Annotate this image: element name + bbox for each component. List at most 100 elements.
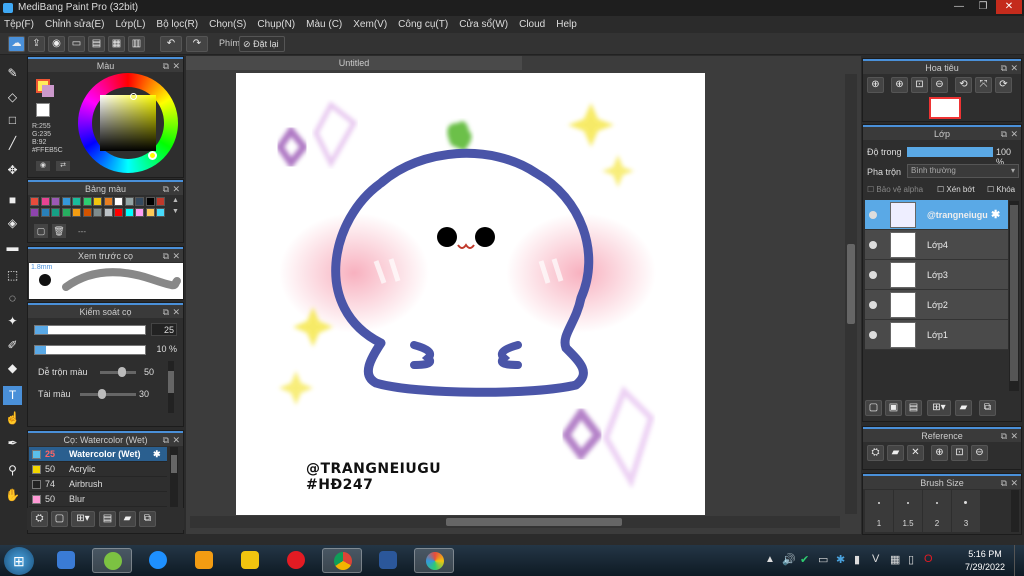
color-mode-icon[interactable]: ◉ bbox=[36, 161, 50, 171]
maximize-button[interactable]: ❐ bbox=[970, 0, 996, 14]
brush-size-preset[interactable]: 3 bbox=[952, 490, 980, 532]
layer-row[interactable]: @trangneiugu ✱ bbox=[865, 200, 1008, 230]
palette-swatch[interactable] bbox=[135, 197, 144, 206]
menu-window[interactable]: Cửa sổ(W) bbox=[459, 16, 508, 33]
layer-row[interactable]: Lớp2 bbox=[865, 290, 1008, 320]
menu-snap[interactable]: Chụp(N) bbox=[257, 16, 295, 33]
palette-swatch[interactable] bbox=[103, 197, 113, 206]
blend-mode-select[interactable]: Bình thường ▾ bbox=[907, 164, 1019, 178]
palette-swatch[interactable] bbox=[156, 197, 165, 206]
dropper-tool-icon[interactable]: ⚲ bbox=[3, 461, 22, 480]
popout-icon[interactable]: ⧉ bbox=[163, 249, 169, 264]
drawing-canvas[interactable]: @TRANGNEIUGU #HĐ247 bbox=[236, 73, 705, 515]
cloud-icon[interactable]: ☁ bbox=[8, 36, 25, 52]
brush-opacity-value[interactable]: 10 % bbox=[151, 343, 177, 356]
palette-swatch[interactable] bbox=[30, 208, 39, 217]
network-icon[interactable]: ▦ bbox=[890, 553, 900, 566]
color-wheel[interactable] bbox=[78, 73, 178, 173]
brush-size-slider[interactable] bbox=[34, 325, 146, 335]
brush-settings-icon[interactable]: ▤ bbox=[99, 511, 116, 527]
brush-control-scrollbar[interactable] bbox=[168, 361, 174, 413]
palette-swatch[interactable] bbox=[72, 208, 81, 217]
rect-tool-icon[interactable]: □ bbox=[3, 111, 22, 130]
layer-row[interactable]: Lớp3 bbox=[865, 260, 1008, 290]
taskbar-app-medibang-2[interactable] bbox=[414, 548, 454, 573]
background-color-swatch[interactable] bbox=[42, 85, 54, 97]
taskbar-app-medibang[interactable] bbox=[92, 548, 132, 573]
panel-close-icon[interactable]: ✕ bbox=[1010, 127, 1018, 142]
delete-palette-icon[interactable]: 🗑 bbox=[52, 224, 66, 238]
taskbar-app-word[interactable] bbox=[368, 548, 408, 573]
brush-size-scrollbar[interactable] bbox=[1011, 490, 1019, 532]
layer-row[interactable]: Lớp4 bbox=[865, 230, 1008, 260]
redo-icon[interactable]: ↷ bbox=[186, 36, 208, 52]
palette-swatch[interactable] bbox=[156, 208, 165, 217]
palette-swatch[interactable] bbox=[82, 197, 92, 206]
page-icon[interactable]: ▤ bbox=[88, 36, 105, 52]
protect-alpha-checkbox[interactable]: ☐ Bảo vệ alpha bbox=[867, 185, 923, 194]
menu-file[interactable]: Tệp(F) bbox=[4, 16, 34, 33]
layer-opacity-slider[interactable] bbox=[907, 147, 993, 157]
clock-time[interactable]: 5:16 PM bbox=[962, 549, 1008, 559]
reference-fit-icon[interactable]: ⊡ bbox=[951, 445, 968, 461]
battery-icon[interactable]: ▯ bbox=[908, 553, 914, 566]
comment-icon[interactable]: ◉ bbox=[48, 36, 65, 52]
brush-folder-icon[interactable]: ▰ bbox=[119, 511, 136, 527]
palette-swatch[interactable] bbox=[124, 197, 134, 206]
eye-icon[interactable] bbox=[869, 241, 877, 249]
line-tool-icon[interactable]: ╱ bbox=[3, 134, 22, 153]
operation-tool-icon[interactable]: ☝ bbox=[3, 409, 22, 428]
palette-swatch[interactable] bbox=[40, 197, 50, 206]
palette-swatch[interactable] bbox=[114, 197, 123, 206]
clipping-checkbox[interactable]: ☐ Xén bớt bbox=[937, 185, 975, 194]
taskbar-app-ie[interactable] bbox=[138, 548, 178, 573]
menu-view[interactable]: Xem(V) bbox=[353, 16, 387, 33]
popout-icon[interactable]: ⧉ bbox=[163, 182, 169, 197]
panel-close-icon[interactable]: ✕ bbox=[1010, 476, 1018, 491]
start-button[interactable]: ⊞ bbox=[4, 547, 34, 575]
palette-swatch[interactable] bbox=[51, 208, 60, 217]
brush-size-preset[interactable]: 1 bbox=[865, 490, 893, 532]
palette-swatch[interactable] bbox=[145, 197, 155, 206]
move-tool-icon[interactable]: ✥ bbox=[3, 161, 22, 180]
zoom-in-plus-icon[interactable]: ⊕ bbox=[891, 77, 908, 93]
canvas-vertical-scrollbar[interactable] bbox=[845, 74, 857, 514]
add-layer-menu-icon[interactable]: ⊞▾ bbox=[927, 400, 951, 416]
blend-slider[interactable] bbox=[100, 367, 136, 377]
document-tab[interactable]: Untitled bbox=[186, 56, 522, 70]
flip-icon[interactable]: ⤧ bbox=[975, 77, 992, 93]
reference-cloud-icon[interactable]: ⛭ bbox=[867, 445, 884, 461]
brush-list-item[interactable]: 50 Blur bbox=[29, 492, 167, 507]
layer-folder-icon[interactable]: ▰ bbox=[955, 400, 972, 416]
popout-icon[interactable]: ⧉ bbox=[163, 59, 169, 74]
select-tool-icon[interactable]: ⬚ bbox=[3, 266, 22, 285]
palette-swatch[interactable] bbox=[93, 197, 102, 206]
volume-icon[interactable]: 🔊 bbox=[782, 553, 796, 566]
popout-icon[interactable]: ⧉ bbox=[1001, 476, 1007, 491]
palette-swatch[interactable] bbox=[30, 197, 39, 206]
new-layer-icon[interactable]: ▢ bbox=[865, 400, 882, 416]
gear-icon[interactable]: ✱ bbox=[153, 447, 161, 462]
zoom-out-icon[interactable]: ⊖ bbox=[931, 77, 948, 93]
brush-list-scrollbar[interactable] bbox=[170, 447, 178, 507]
eyedropper-tool-icon[interactable]: ✒ bbox=[3, 434, 22, 453]
fit-icon[interactable]: ⊡ bbox=[911, 77, 928, 93]
signal-icon[interactable]: ▮ bbox=[854, 553, 860, 566]
grid-icon[interactable]: ▦ bbox=[108, 36, 125, 52]
palette-swatch[interactable] bbox=[82, 208, 92, 217]
palette-scroll-up-icon[interactable]: ▲ bbox=[172, 197, 179, 204]
undo-icon[interactable]: ↶ bbox=[160, 36, 182, 52]
panel-close-icon[interactable]: ✕ bbox=[172, 59, 180, 74]
panel-close-icon[interactable]: ✕ bbox=[1010, 61, 1018, 76]
menu-help[interactable]: Help bbox=[556, 16, 577, 33]
layer-row[interactable]: Lớp1 bbox=[865, 320, 1008, 350]
blend-slider-knob[interactable] bbox=[117, 367, 126, 377]
text-tool-icon[interactable]: T bbox=[3, 386, 22, 405]
secondary-color-swatch[interactable] bbox=[36, 103, 50, 117]
canvas-horizontal-scrollbar[interactable] bbox=[190, 516, 840, 528]
amount-slider-knob[interactable] bbox=[98, 389, 107, 399]
palette-swatch[interactable] bbox=[61, 197, 71, 206]
menu-tools[interactable]: Công cụ(T) bbox=[398, 16, 448, 33]
brush-opacity-slider[interactable] bbox=[34, 345, 146, 355]
new-raster-layer-icon[interactable]: ▤ bbox=[905, 400, 922, 416]
